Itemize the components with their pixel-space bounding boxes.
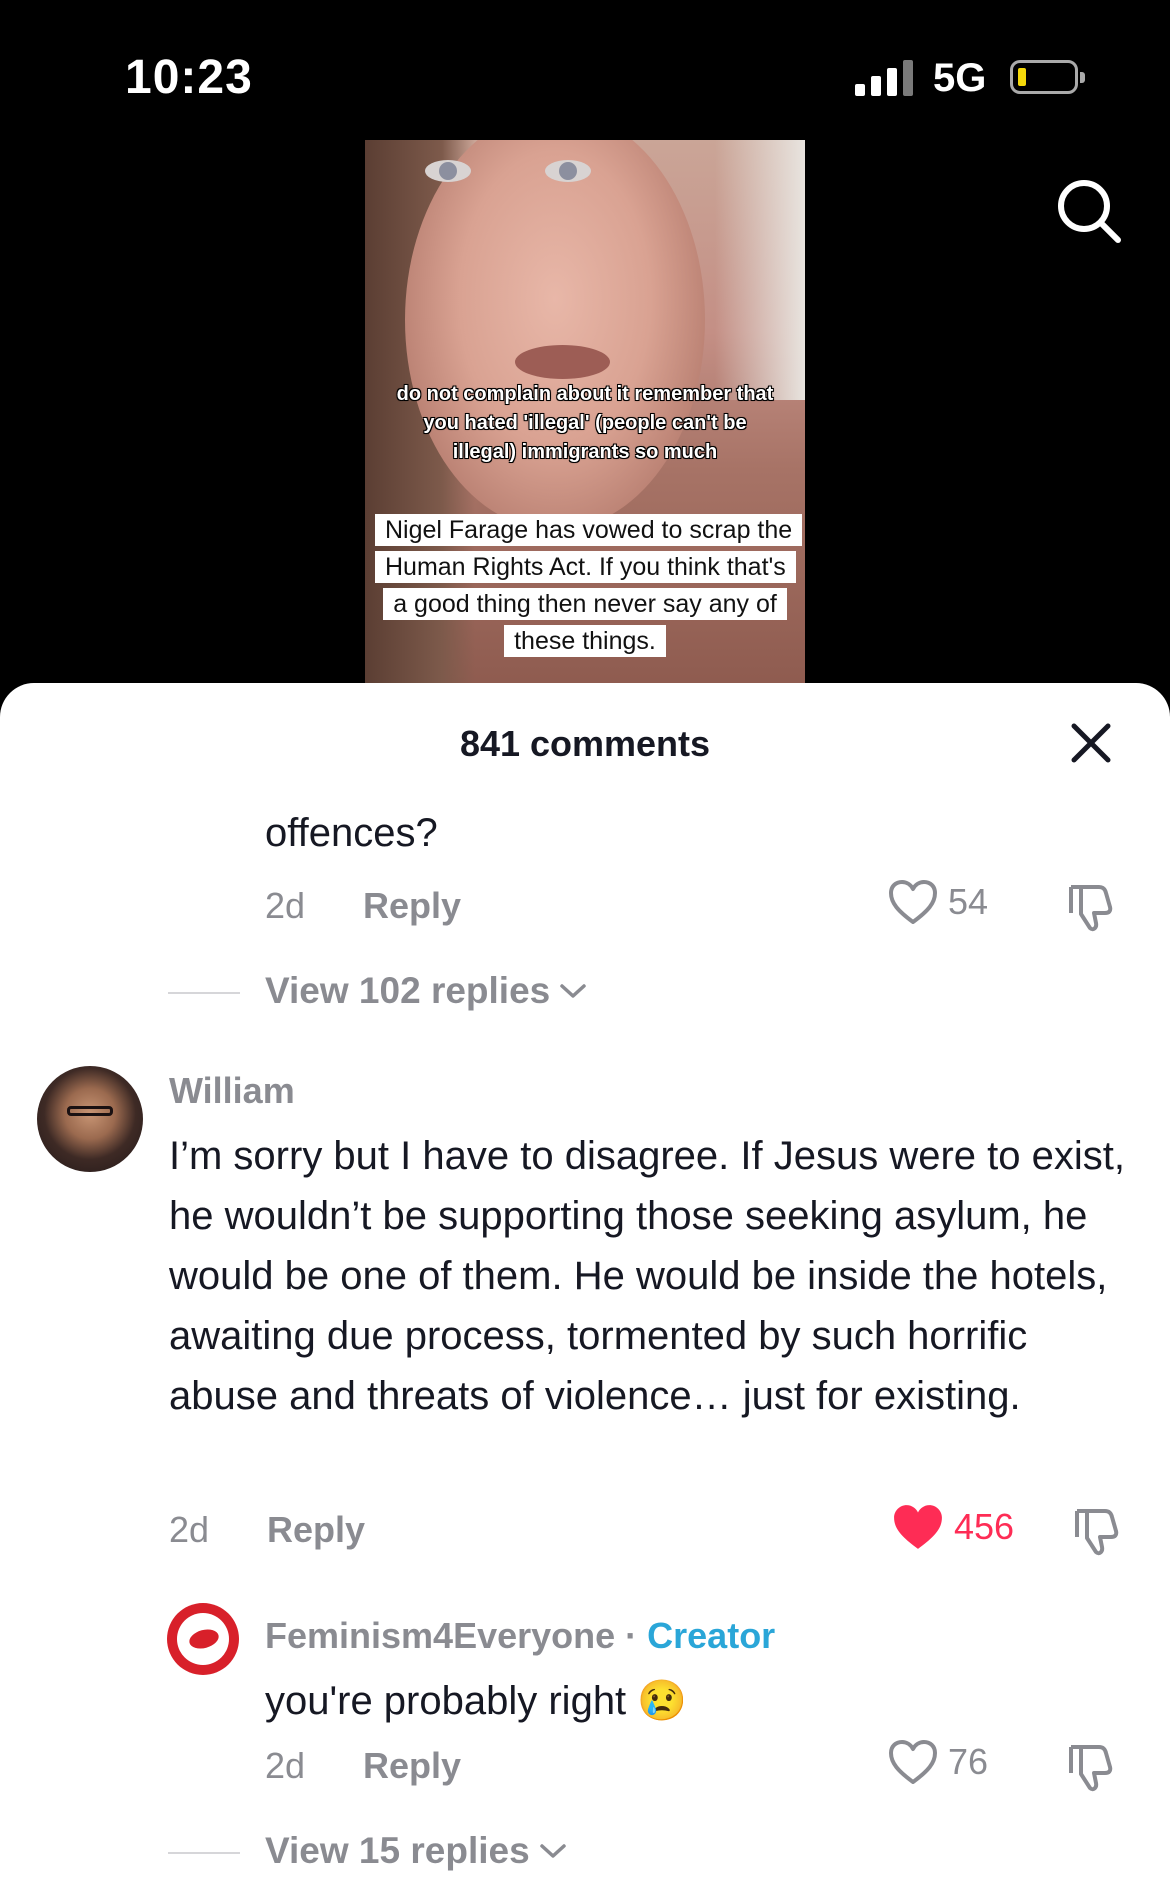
creator-badge: Creator: [647, 1615, 776, 1656]
dislike-icon[interactable]: [1069, 1505, 1123, 1559]
view-replies-label: View 102 replies: [265, 970, 551, 1011]
close-button[interactable]: [1066, 718, 1116, 768]
comments-sheet: 841 comments offences? 2d Reply 54 View …: [0, 683, 1170, 1895]
battery-icon: [1010, 60, 1085, 94]
chevron-down-icon: [560, 984, 586, 998]
network-type: 5G: [933, 56, 987, 100]
heart-icon: [889, 880, 937, 924]
video-caption-box: Nigel Farage has vowed to scrap the Huma…: [375, 512, 803, 660]
status-bar: 10:23 5G: [0, 0, 1170, 140]
creator-avatar[interactable]: [167, 1603, 239, 1675]
reply-text: you're probably right 😢: [265, 1679, 688, 1723]
reply-button[interactable]: Reply: [267, 1509, 365, 1551]
like-button[interactable]: 54: [888, 879, 988, 925]
comment-age: 2d: [169, 1509, 210, 1550]
reply-button[interactable]: Reply: [363, 885, 461, 927]
heart-filled-icon: [894, 1505, 942, 1549]
like-count: 76: [948, 1741, 989, 1782]
chevron-down-icon: [539, 1844, 566, 1858]
separator-dot: ·: [615, 1615, 648, 1656]
video-caption-top: do not complain about it remember that y…: [396, 383, 774, 463]
signal-icon: [855, 60, 915, 96]
comment-username[interactable]: William: [169, 1070, 295, 1112]
dislike-icon[interactable]: [1063, 881, 1117, 935]
status-time: 10:23: [125, 51, 253, 104]
close-icon: [1071, 723, 1111, 763]
avatar[interactable]: [37, 1066, 143, 1172]
reply-username[interactable]: Feminism4Everyone: [265, 1615, 615, 1656]
reply-age: 2d: [265, 1745, 306, 1786]
view-replies-button[interactable]: View 15 replies: [168, 1830, 568, 1872]
search-icon: [1058, 180, 1121, 243]
like-button[interactable]: 76: [888, 1739, 988, 1785]
reply-username-line: Feminism4Everyone · Creator: [265, 1615, 775, 1657]
heart-icon: [889, 1740, 937, 1784]
view-replies-button[interactable]: View 102 replies: [168, 970, 588, 1012]
comment-age: 2d: [265, 885, 306, 926]
comment-text: offences?: [265, 811, 438, 855]
comment-text: I’m sorry but I have to disagree. If Jes…: [169, 1134, 1125, 1418]
search-button[interactable]: [1050, 172, 1130, 252]
reply-button[interactable]: Reply: [363, 1745, 461, 1787]
video-preview[interactable]: do not complain about it remember that y…: [365, 140, 805, 690]
comments-count-title: 841 comments: [459, 723, 711, 764]
like-count: 54: [948, 881, 989, 922]
view-replies-label: View 15 replies: [265, 1830, 530, 1871]
like-count: 456: [954, 1506, 1015, 1547]
glasses-icon: [67, 1106, 113, 1116]
dislike-icon[interactable]: [1063, 1741, 1117, 1795]
like-button[interactable]: 456: [892, 1503, 1014, 1551]
